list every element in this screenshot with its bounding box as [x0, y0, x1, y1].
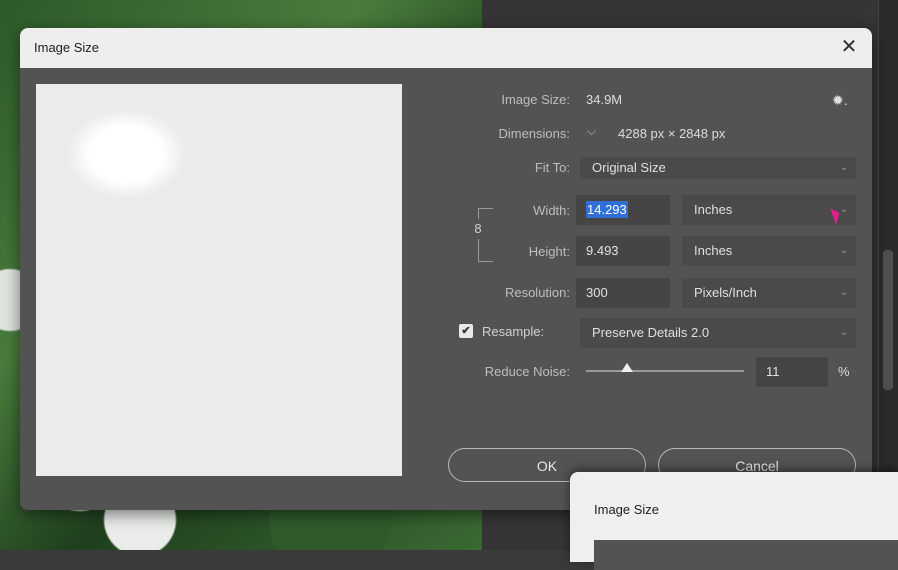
- chevron-down-icon: ⌄: [839, 287, 848, 298]
- thumbnail-dialog-body: [594, 540, 898, 570]
- height-label: Height:: [528, 244, 570, 259]
- width-unit: Inches: [694, 202, 733, 217]
- image-size-label: Image Size:: [501, 92, 570, 107]
- gear-icon[interactable]: ✹.: [832, 92, 848, 109]
- width-value: 14.293: [586, 201, 628, 218]
- dialog-titlebar: Image Size ✕: [20, 28, 872, 68]
- reduce-noise-label: Reduce Noise:: [484, 364, 570, 379]
- resample-checkbox[interactable]: ✔: [459, 324, 473, 338]
- resolution-value: 300: [586, 285, 608, 300]
- fit-to-value: Original Size: [592, 160, 666, 175]
- fit-to-dropdown[interactable]: Original Size ⌄: [580, 157, 856, 179]
- resolution-unit: Pixels/Inch: [694, 285, 757, 300]
- ok-label: OK: [536, 458, 558, 474]
- dimensions-value: 4288 px × 2848 px: [618, 126, 726, 141]
- resolution-input[interactable]: 300: [576, 278, 670, 308]
- reduce-noise-unit: %: [838, 364, 850, 379]
- height-unit-dropdown[interactable]: Inches ⌄: [682, 236, 856, 266]
- image-size-dialog-thumbnail: Image Size: [570, 472, 898, 570]
- reduce-noise-slider[interactable]: [586, 370, 744, 372]
- image-size-value: 34.9M: [586, 92, 623, 107]
- chevron-down-icon: ⌄: [839, 245, 848, 256]
- dimensions-label: Dimensions:: [498, 126, 570, 141]
- height-value: 9.493: [586, 243, 619, 258]
- resolution-label: Resolution:: [504, 285, 570, 300]
- chevron-down-icon: ⌄: [839, 162, 848, 173]
- chevron-down-icon: ⌄: [839, 327, 848, 338]
- slider-thumb[interactable]: [621, 363, 633, 372]
- thumbnail-dialog-title: Image Size: [594, 502, 660, 517]
- chevron-down-icon[interactable]: ⌵: [587, 124, 596, 139]
- image-preview[interactable]: [36, 84, 402, 476]
- resample-value: Preserve Details 2.0: [592, 325, 710, 340]
- resample-label: Resample:: [482, 324, 545, 339]
- width-label: Width:: [533, 203, 570, 218]
- close-icon[interactable]: ✕: [836, 34, 862, 60]
- resample-dropdown[interactable]: Preserve Details 2.0 ⌄: [580, 318, 856, 348]
- fit-to-label: Fit To:: [534, 160, 570, 175]
- resolution-unit-dropdown[interactable]: Pixels/Inch ⌄: [682, 278, 856, 308]
- reduce-noise-input[interactable]: 11: [756, 357, 828, 387]
- image-size-dialog: Image Size ✕ Image Size: 34.9M ✹. Dimens…: [20, 28, 872, 510]
- scrollbar[interactable]: [883, 250, 893, 390]
- height-unit: Inches: [694, 243, 733, 258]
- reduce-noise-value: 11: [766, 364, 780, 379]
- link-icon[interactable]: 8: [472, 219, 484, 239]
- height-input[interactable]: 9.493: [576, 236, 670, 266]
- width-input[interactable]: 14.293: [576, 195, 670, 225]
- dialog-title: Image Size: [34, 40, 100, 55]
